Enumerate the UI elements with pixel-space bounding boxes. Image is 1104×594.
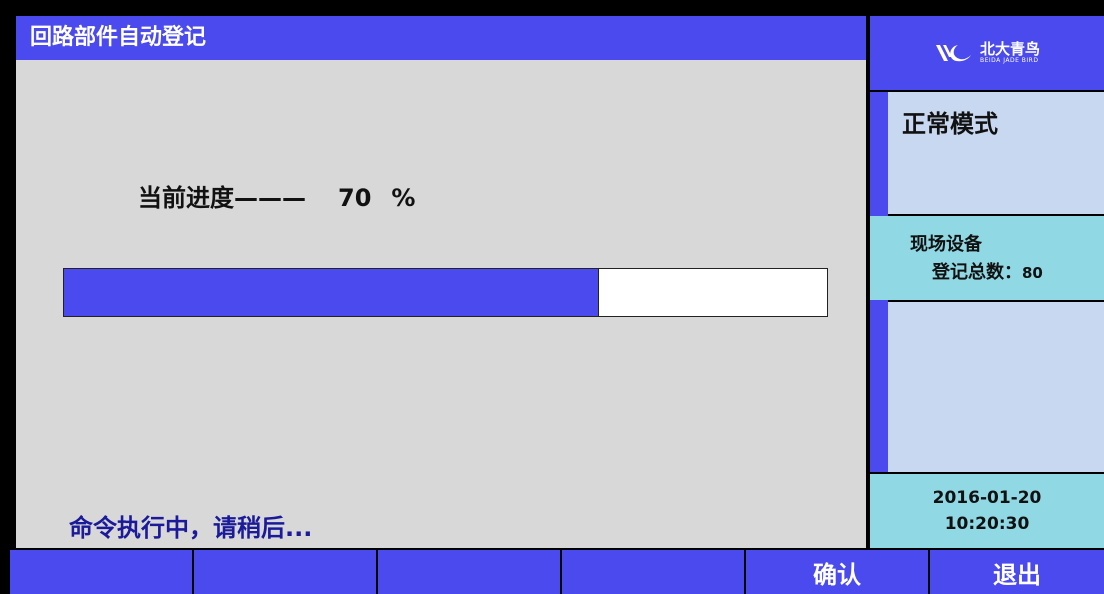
main-panel: 当前进度——— 70% 命令执行中，请稍后... [16, 60, 866, 548]
function-key-bar: 确认 退出 [10, 550, 1104, 594]
function-key-1[interactable] [10, 550, 194, 594]
function-key-3[interactable] [378, 550, 562, 594]
device-count-row: 登记总数：80 [932, 258, 1043, 284]
logo-subtext: BEIDA JADE BIRD [979, 56, 1039, 64]
brand-logo-area: 北大青鸟 BEIDA JADE BIRD [870, 16, 1104, 90]
datetime-panel: 2016-01-20 10:20:30 [870, 474, 1104, 548]
logo-text-block: 北大青鸟 BEIDA JADE BIRD [979, 39, 1040, 65]
progress-label-row: 当前进度——— 70% [138, 178, 415, 213]
progress-bar [63, 268, 828, 317]
logo-text: 北大青鸟 [979, 39, 1040, 58]
device-count-label: 登记总数： [932, 262, 1022, 283]
device-count-title: 现场设备 [910, 234, 982, 255]
time-display: 10:20:30 [944, 514, 1030, 534]
jade-bird-logo-icon [935, 45, 971, 62]
device-count-value: 80 [1022, 264, 1043, 282]
exit-button[interactable]: 退出 [930, 550, 1104, 594]
date-display: 2016-01-20 [932, 488, 1042, 508]
progress-label: 当前进度——— [138, 184, 306, 212]
progress-value: 70 [338, 184, 372, 212]
status-message: 命令执行中，请稍后... [69, 514, 313, 542]
function-key-4[interactable] [562, 550, 746, 594]
window-title: 回路部件自动登记 [16, 16, 866, 60]
brand-logo: 北大青鸟 BEIDA JADE BIRD [934, 41, 1040, 65]
function-key-2[interactable] [194, 550, 378, 594]
confirm-button[interactable]: 确认 [746, 550, 930, 594]
progress-unit: % [391, 184, 416, 212]
mode-label: 正常模式 [902, 110, 998, 138]
sidebar-blank-panel [888, 302, 1104, 472]
mode-panel: 正常模式 [888, 92, 1104, 214]
device-count-panel: 现场设备 登记总数：80 [870, 216, 1104, 300]
progress-bar-fill [64, 269, 600, 316]
